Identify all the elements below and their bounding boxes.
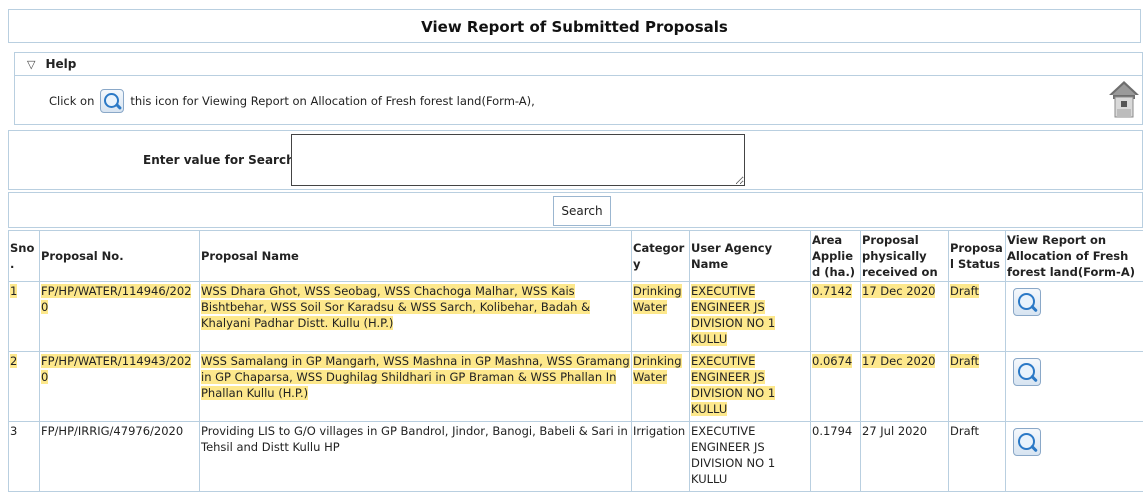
cell-category: Irrigation — [632, 422, 690, 492]
help-panel: ▽ Help Click on this icon for Viewing Re… — [14, 52, 1143, 125]
cell-agency: EXECUTIVE ENGINEER JS DIVISION NO 1 KULL… — [690, 282, 811, 352]
cell-view-report — [1006, 352, 1143, 422]
cell-area: 0.7142 — [811, 282, 861, 352]
table-row: 2 FP/HP/WATER/114943/2020 WSS Samalang i… — [9, 352, 1143, 422]
cell-proposal-no: FP/HP/WATER/114946/2020 — [40, 282, 200, 352]
cell-received: 17 Dec 2020 — [861, 352, 949, 422]
col-view-report: View Report on Allocation of Fresh fores… — [1006, 231, 1143, 282]
search-input[interactable] — [291, 134, 745, 186]
search-button-row: Search — [8, 192, 1143, 228]
cell-status: Draft — [949, 422, 1006, 492]
cell-sno: 2 — [9, 352, 40, 422]
col-category: Category — [632, 231, 690, 282]
cell-sno: 1 — [9, 282, 40, 352]
view-report-icon[interactable] — [1013, 288, 1041, 316]
view-report-icon[interactable] — [1013, 428, 1041, 456]
cell-proposal-no: FP/HP/IRRIG/47976/2020 — [40, 422, 200, 492]
col-area-applied: Area Applied (ha.) — [811, 231, 861, 282]
help-text-before: Click on — [49, 94, 94, 108]
search-button[interactable]: Search — [553, 196, 611, 226]
cell-agency: EXECUTIVE ENGINEER JS DIVISION NO 1 KULL… — [690, 352, 811, 422]
table-row: 1 FP/HP/WATER/114946/2020 WSS Dhara Ghot… — [9, 282, 1143, 352]
cell-proposal-no: FP/HP/WATER/114943/2020 — [40, 352, 200, 422]
col-proposal-no: Proposal No. — [40, 231, 200, 282]
cell-sno: 3 — [9, 422, 40, 492]
col-proposal-name: Proposal Name — [200, 231, 632, 282]
search-row: Enter value for Search : — [8, 130, 1143, 190]
proposals-table: Sno. Proposal No. Proposal Name Category… — [8, 230, 1143, 492]
col-user-agency: User Agency Name — [690, 231, 811, 282]
cell-area: 0.0674 — [811, 352, 861, 422]
help-header[interactable]: ▽ Help — [15, 53, 1142, 76]
page-title: View Report of Submitted Proposals — [8, 9, 1141, 43]
cell-proposal-name: Providing LIS to G/O villages in GP Band… — [200, 422, 632, 492]
cell-agency: EXECUTIVE ENGINEER JS DIVISION NO 1 KULL… — [690, 422, 811, 492]
cell-area: 0.1794 — [811, 422, 861, 492]
col-received-on: Proposal physically received on — [861, 231, 949, 282]
table-row: 3 FP/HP/IRRIG/47976/2020 Providing LIS t… — [9, 422, 1143, 492]
cell-category: Drinking Water — [632, 282, 690, 352]
cell-proposal-name: WSS Samalang in GP Mangarh, WSS Mashna i… — [200, 352, 632, 422]
cell-status: Draft — [949, 352, 1006, 422]
cell-view-report — [1006, 422, 1143, 492]
help-text-after: this icon for Viewing Report on Allocati… — [130, 94, 534, 108]
cell-received: 17 Dec 2020 — [861, 282, 949, 352]
cell-category: Drinking Water — [632, 352, 690, 422]
help-text: Click on this icon for Viewing Report on… — [15, 76, 1142, 126]
col-status: Proposal Status — [949, 231, 1006, 282]
search-label: Enter value for Search : — [143, 153, 304, 167]
view-report-icon[interactable] — [1013, 358, 1041, 386]
cell-proposal-name: WSS Dhara Ghot, WSS Seobag, WSS Chachoga… — [200, 282, 632, 352]
magnifier-icon — [100, 89, 124, 113]
cell-received: 27 Jul 2020 — [861, 422, 949, 492]
cell-view-report — [1006, 282, 1143, 352]
collapse-triangle-icon[interactable]: ▽ — [27, 58, 35, 71]
home-icon[interactable] — [1108, 79, 1140, 119]
table-header-row: Sno. Proposal No. Proposal Name Category… — [9, 231, 1143, 282]
help-title: Help — [45, 57, 76, 71]
col-sno: Sno. — [9, 231, 40, 282]
cell-status: Draft — [949, 282, 1006, 352]
